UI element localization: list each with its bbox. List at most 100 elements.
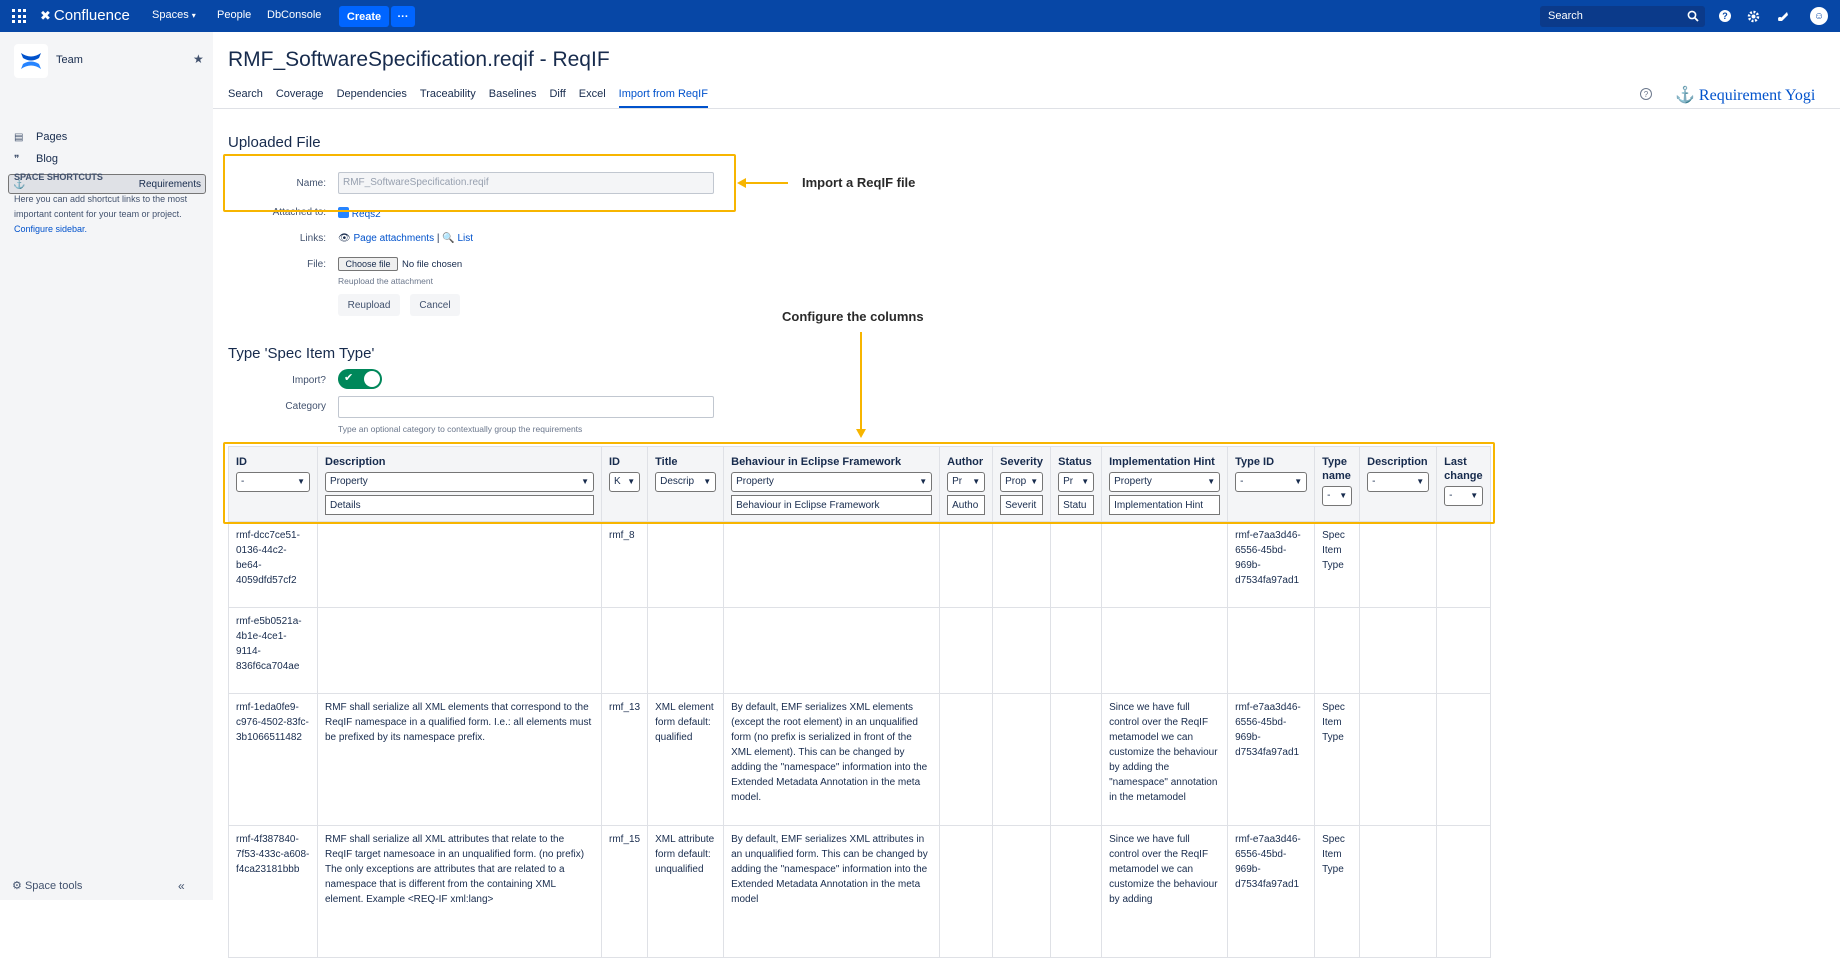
category-input[interactable] xyxy=(338,396,714,418)
sidebar: Team ★ ▤ Pages ❞ Blog ⚓ Requirements SPA… xyxy=(0,32,213,900)
table-row: rmf-e5b0521a-4b1e-4ce1-9114-836f6ca704ae xyxy=(228,607,1492,694)
table-cell: XML attribute form default: unqualified xyxy=(647,825,725,958)
category-hint: Type an optional category to contextuall… xyxy=(338,424,583,434)
tab-dependencies[interactable]: Dependencies xyxy=(337,88,407,108)
confluence-icon: ✖ xyxy=(40,7,51,23)
table-cell: rmf_8 xyxy=(600,521,649,608)
annotation-configure-columns: Configure the columns xyxy=(782,309,924,324)
table-row: rmf-dcc7ce51-0136-44c2-be64-4059dfd57cf2… xyxy=(228,521,1492,608)
table-cell xyxy=(939,607,994,694)
table-cell xyxy=(939,693,994,826)
confluence-logo[interactable]: ✖ Confluence xyxy=(40,7,130,24)
table-cell xyxy=(317,521,602,608)
configure-sidebar-link[interactable]: Configure sidebar. xyxy=(14,224,87,234)
tab-excel[interactable]: Excel xyxy=(579,88,606,108)
collapse-sidebar-icon[interactable]: « xyxy=(178,879,185,893)
choose-file-button[interactable]: Choose file xyxy=(338,257,398,271)
tab-search[interactable]: Search xyxy=(228,88,263,108)
uploaded-file-heading: Uploaded File xyxy=(228,134,321,151)
file-label: File: xyxy=(307,259,326,270)
annotation-box-name xyxy=(223,154,736,212)
confluence-product-name: Confluence xyxy=(53,7,130,24)
svg-text:?: ? xyxy=(1722,11,1728,21)
search-input[interactable]: Search xyxy=(1540,6,1705,27)
tabs-divider xyxy=(213,108,1840,109)
space-tools-button[interactable]: ⚙ Space tools xyxy=(12,879,82,892)
table-cell xyxy=(600,607,649,694)
settings-gear-icon[interactable] xyxy=(1745,8,1761,24)
tab-diff[interactable]: Diff xyxy=(549,88,565,108)
reupload-hint: Reupload the attachment xyxy=(338,276,433,286)
table-cell: rmf_15 xyxy=(600,825,649,958)
table-cell xyxy=(1050,693,1103,826)
sidebar-item-label: Pages xyxy=(36,131,68,143)
star-icon[interactable]: ★ xyxy=(193,52,204,66)
table-cell xyxy=(1436,521,1492,608)
table-cell xyxy=(1101,521,1229,608)
eye-icon: 👁 xyxy=(338,233,351,244)
tab-traceability[interactable]: Traceability xyxy=(420,88,476,108)
reupload-button[interactable]: Reupload xyxy=(338,294,400,316)
create-button[interactable]: Create xyxy=(339,6,389,27)
notifications-icon[interactable] xyxy=(1774,8,1790,24)
pages-icon: ▤ xyxy=(14,131,24,143)
space-logo[interactable] xyxy=(14,44,48,78)
sidebar-item-blog[interactable]: ❞ Blog xyxy=(8,149,206,169)
table-cell: RMF shall serialize all XML elements tha… xyxy=(317,693,602,826)
table-cell xyxy=(939,825,994,958)
links-separator: | xyxy=(436,233,440,244)
table-cell: By default, EMF serializes XML attribute… xyxy=(723,825,941,958)
table-cell xyxy=(1227,607,1316,694)
user-avatar[interactable]: ☺ xyxy=(1810,7,1828,25)
annotation-arrow-line xyxy=(746,182,788,184)
sidebar-item-label: Requirements xyxy=(138,178,201,190)
dbconsole-link[interactable]: DbConsole xyxy=(267,9,321,21)
table-cell xyxy=(1101,607,1229,694)
page-attachments-link[interactable]: Page attachments xyxy=(353,233,434,244)
spaces-menu[interactable]: Spaces ▾ xyxy=(152,9,196,21)
table-cell xyxy=(1436,607,1492,694)
cancel-button[interactable]: Cancel xyxy=(410,294,460,316)
space-shortcuts-text: Here you can add shortcut links to the m… xyxy=(14,192,194,237)
table-cell xyxy=(1436,693,1492,826)
table-cell xyxy=(939,521,994,608)
chevron-down-icon: ▾ xyxy=(191,11,196,20)
annotation-arrow-head xyxy=(737,178,746,188)
table-cell: Spec Item Type xyxy=(1314,521,1361,608)
table-cell: rmf-dcc7ce51-0136-44c2-be64-4059dfd57cf2 xyxy=(228,521,318,608)
tab-bar: Search Coverage Dependencies Traceabilit… xyxy=(228,88,708,108)
search-icon xyxy=(1687,10,1699,25)
table-cell xyxy=(1359,825,1438,958)
create-more-button[interactable]: ··· xyxy=(391,6,415,27)
help-circle-icon[interactable]: ? xyxy=(1640,88,1652,100)
people-link[interactable]: People xyxy=(217,9,251,21)
links-value: 👁 Page attachments | 🔍 List xyxy=(338,233,473,244)
space-name[interactable]: Team xyxy=(56,54,83,66)
import-toggle[interactable]: ✔ xyxy=(338,369,382,389)
check-icon: ✔ xyxy=(344,372,354,384)
links-label: Links: xyxy=(299,233,326,244)
tab-coverage[interactable]: Coverage xyxy=(276,88,324,108)
search-icon: 🔍 xyxy=(442,233,455,244)
list-link[interactable]: List xyxy=(458,233,474,244)
table-cell xyxy=(723,521,941,608)
help-icon[interactable]: ? xyxy=(1717,8,1733,24)
table-cell xyxy=(1050,521,1103,608)
shortcuts-description: Here you can add shortcut links to the m… xyxy=(14,194,188,219)
yogi-logo-icon: ⚓ xyxy=(1675,87,1695,104)
sidebar-item-pages[interactable]: ▤ Pages xyxy=(8,127,206,147)
table-cell: rmf-4f387840-7f53-433c-a608-f4ca23181bbb xyxy=(228,825,318,958)
table-cell: rmf_13 xyxy=(600,693,649,826)
space-tools-label: Space tools xyxy=(24,880,83,892)
table-cell: RMF shall serialize all XML attributes t… xyxy=(317,825,602,958)
app-switcher-icon[interactable] xyxy=(12,9,26,23)
table-cell xyxy=(992,693,1052,826)
tab-baselines[interactable]: Baselines xyxy=(489,88,537,108)
requirement-yogi-brand[interactable]: ⚓ Requirement Yogi xyxy=(1675,85,1815,105)
annotation-import-reqif: Import a ReqIF file xyxy=(802,175,916,190)
search-placeholder: Search xyxy=(1548,10,1583,22)
table-cell: rmf-e7aa3d46-6556-45bd-969b-d7534fa97ad1 xyxy=(1227,825,1316,958)
tab-import-from-reqif[interactable]: Import from ReqIF xyxy=(618,88,708,108)
top-navigation: ✖ Confluence Spaces ▾ People DbConsole C… xyxy=(0,0,1840,32)
table-row: rmf-1eda0fe9-c976-4502-83fc-3b1066511482… xyxy=(228,693,1492,826)
